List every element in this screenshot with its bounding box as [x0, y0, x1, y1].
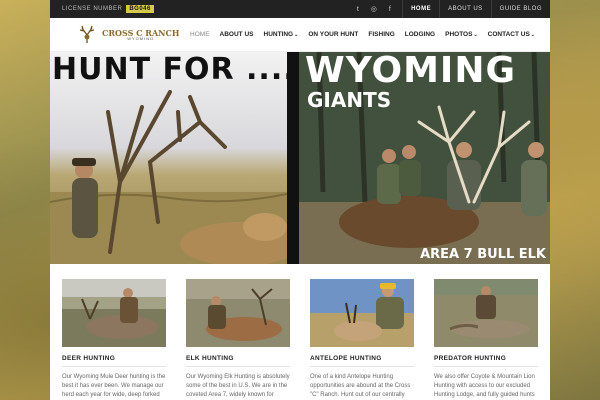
card-divider: [434, 366, 538, 367]
card-elk-hunting[interactable]: ELK HUNTING Our Wyoming Elk Hunting is a…: [186, 279, 290, 400]
toplink-home[interactable]: HOME: [402, 0, 439, 18]
card-title[interactable]: PREDATOR HUNTING: [434, 355, 538, 362]
card-text: Our Wyoming Mule Deer hunting is the bes…: [62, 374, 166, 398]
card-antelope-hunting[interactable]: ANTELOPE HUNTING One of a kind Antelope …: [310, 279, 414, 400]
hunting-cards: DEER HUNTING Our Wyoming Mule Deer hunti…: [62, 279, 538, 400]
nav-contact-us[interactable]: CONTACT US⌄: [483, 31, 540, 38]
nav-fishing[interactable]: FISHING: [363, 31, 399, 38]
nav-home[interactable]: HOME: [185, 31, 215, 38]
card-title[interactable]: DEER HUNTING: [62, 355, 166, 362]
card-deer-hunting[interactable]: DEER HUNTING Our Wyoming Mule Deer hunti…: [62, 279, 166, 400]
hero-left-photo: HUNT FOR ....: [50, 52, 287, 264]
hero-divider: [287, 52, 299, 264]
nav-photos-label: PHOTOS: [445, 31, 473, 38]
top-right-group: t ◎ f HOME ABOUT US GUIDE BLOG: [350, 0, 550, 18]
chevron-down-icon: ⌄: [473, 32, 478, 38]
antelope-hunting-photo[interactable]: [310, 279, 414, 347]
hero-title-left: HUNT FOR ....: [52, 52, 287, 87]
hero-title-right: WYOMING: [305, 52, 516, 91]
main-nav: HOME ABOUT US HUNTING⌄ ON YOUR HUNT FISH…: [185, 31, 540, 38]
deer-hunting-photo[interactable]: [62, 279, 166, 347]
card-divider: [62, 366, 166, 367]
nav-lodging[interactable]: LODGING: [400, 31, 440, 38]
nav-about-us[interactable]: ABOUT US: [215, 31, 259, 38]
nav-photos[interactable]: PHOTOS⌄: [440, 31, 483, 38]
card-text: Our Wyoming Elk Hunting is absolutely so…: [186, 374, 290, 398]
hero-banner[interactable]: HUNT FOR .... WYOMING GIANTS AREA 7 BULL…: [50, 52, 550, 264]
toplink-about-us[interactable]: ABOUT US: [439, 0, 491, 18]
site-logo[interactable]: CROSS C RANCH WYOMING: [78, 25, 179, 45]
antler-logo-icon: [78, 25, 96, 45]
chevron-down-icon: ⌄: [530, 32, 535, 38]
site-header: CROSS C RANCH WYOMING HOME ABOUT US HUNT…: [50, 18, 550, 52]
card-divider: [310, 366, 414, 367]
card-title[interactable]: ANTELOPE HUNTING: [310, 355, 414, 362]
instagram-icon[interactable]: ◎: [366, 5, 382, 13]
card-divider: [186, 366, 290, 367]
hero-right-photo: WYOMING GIANTS AREA 7 BULL ELK: [299, 52, 550, 264]
toplink-guide-blog[interactable]: GUIDE BLOG: [490, 0, 550, 18]
card-title[interactable]: ELK HUNTING: [186, 355, 290, 362]
nav-hunting-label: HUNTING: [263, 31, 294, 38]
site-container: LICENSE NUMBER BG046 t ◎ f HOME ABOUT US…: [50, 0, 550, 400]
elk-hunting-photo[interactable]: [186, 279, 290, 347]
facebook-icon[interactable]: f: [382, 6, 398, 13]
nav-contact-label: CONTACT US: [487, 31, 530, 38]
predator-hunting-photo[interactable]: [434, 279, 538, 347]
top-bar: LICENSE NUMBER BG046 t ◎ f HOME ABOUT US…: [50, 0, 550, 18]
chevron-down-icon: ⌄: [294, 32, 299, 38]
hero-subtitle-right: GIANTS: [307, 88, 392, 112]
nav-hunting[interactable]: HUNTING⌄: [259, 31, 304, 38]
license-label: LICENSE NUMBER: [62, 6, 123, 12]
nav-on-your-hunt[interactable]: ON YOUR HUNT: [303, 31, 363, 38]
license-number: BG046: [126, 5, 154, 13]
card-predator-hunting[interactable]: PREDATOR HUNTING We also offer Coyote & …: [434, 279, 538, 400]
card-text: One of a kind Antelope Hunting opportuni…: [310, 374, 411, 398]
twitter-icon[interactable]: t: [350, 6, 366, 13]
card-text: We also offer Coyote & Mountain Lion Hun…: [434, 374, 535, 398]
hero-caption: AREA 7 BULL ELK: [420, 247, 546, 262]
